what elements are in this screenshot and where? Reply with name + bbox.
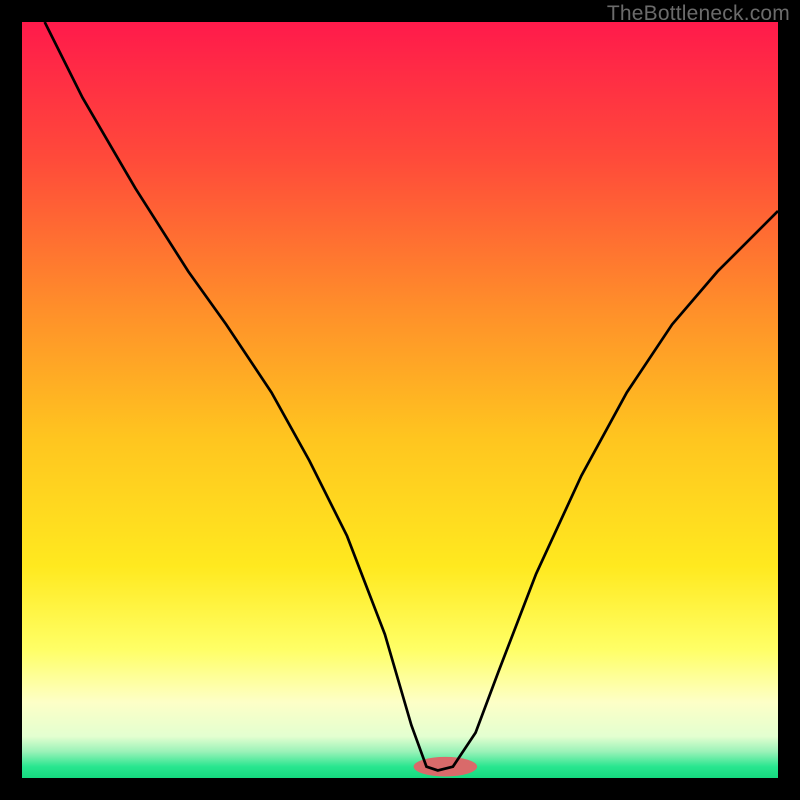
chart-frame (22, 22, 778, 778)
chart-background (22, 22, 778, 778)
bottleneck-chart (22, 22, 778, 778)
watermark-text: TheBottleneck.com (607, 2, 790, 26)
